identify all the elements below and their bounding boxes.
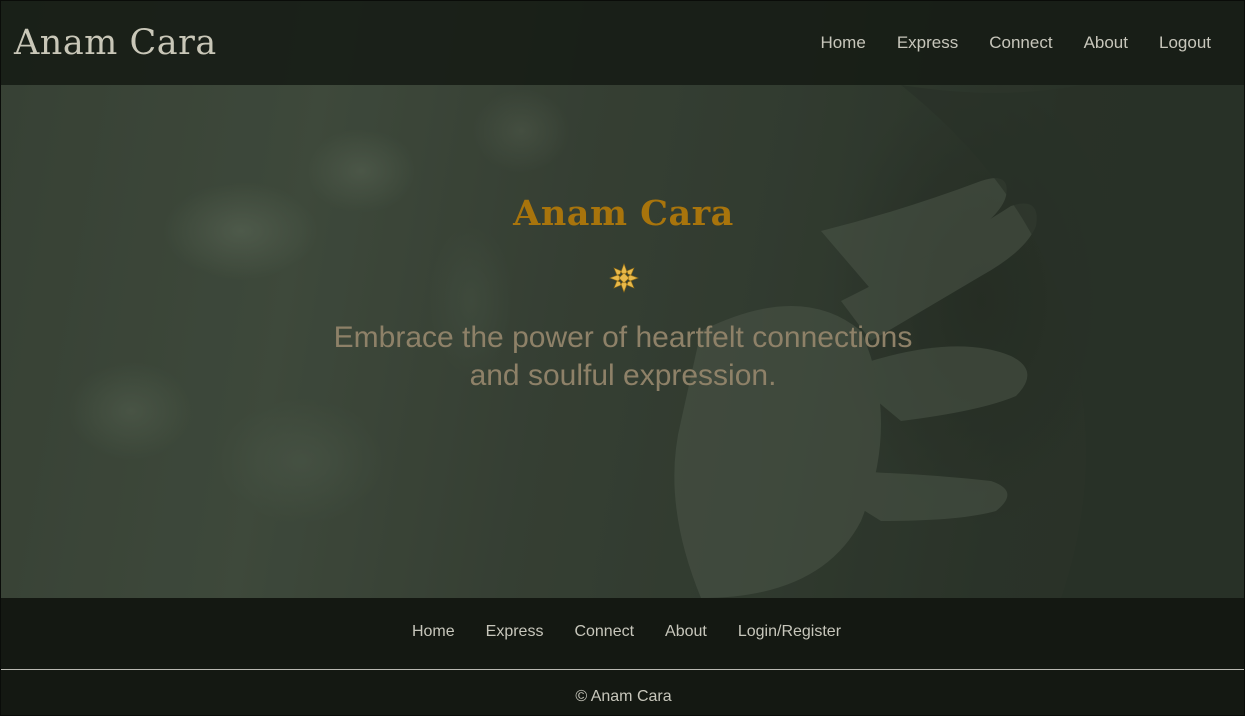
site-header: Anam Cara Home Express Connect About Log…: [1, 1, 1244, 85]
nav-connect-link[interactable]: Connect: [989, 33, 1052, 53]
lotus-emblem-icon: [609, 263, 639, 293]
hero-tagline: Embrace the power of heartfelt connectio…: [333, 321, 913, 392]
hero-section: Anam Cara Embrace the power of heartfelt…: [1, 85, 1244, 598]
footer-about-link[interactable]: About: [665, 623, 707, 641]
footer-nav: Home Express Connect About Login/Registe…: [1, 623, 1244, 641]
main-nav: Home Express Connect About Logout: [820, 33, 1211, 53]
nav-logout-link[interactable]: Logout: [1159, 33, 1211, 53]
site-footer: Home Express Connect About Login/Registe…: [1, 598, 1244, 715]
footer-connect-link[interactable]: Connect: [574, 623, 634, 641]
copyright-text: © Anam Cara: [575, 688, 672, 705]
nav-about-link[interactable]: About: [1084, 33, 1128, 53]
footer-home-link[interactable]: Home: [412, 623, 455, 641]
nav-home-link[interactable]: Home: [820, 33, 865, 53]
footer-express-link[interactable]: Express: [486, 623, 544, 641]
nav-express-link[interactable]: Express: [897, 33, 958, 53]
hero-title: Anam Cara: [513, 193, 734, 234]
site-logo[interactable]: Anam Cara: [14, 23, 217, 63]
page: Anam Cara Home Express Connect About Log…: [0, 0, 1245, 716]
footer-divider: [1, 669, 1244, 670]
footer-login-register-link[interactable]: Login/Register: [738, 623, 841, 641]
